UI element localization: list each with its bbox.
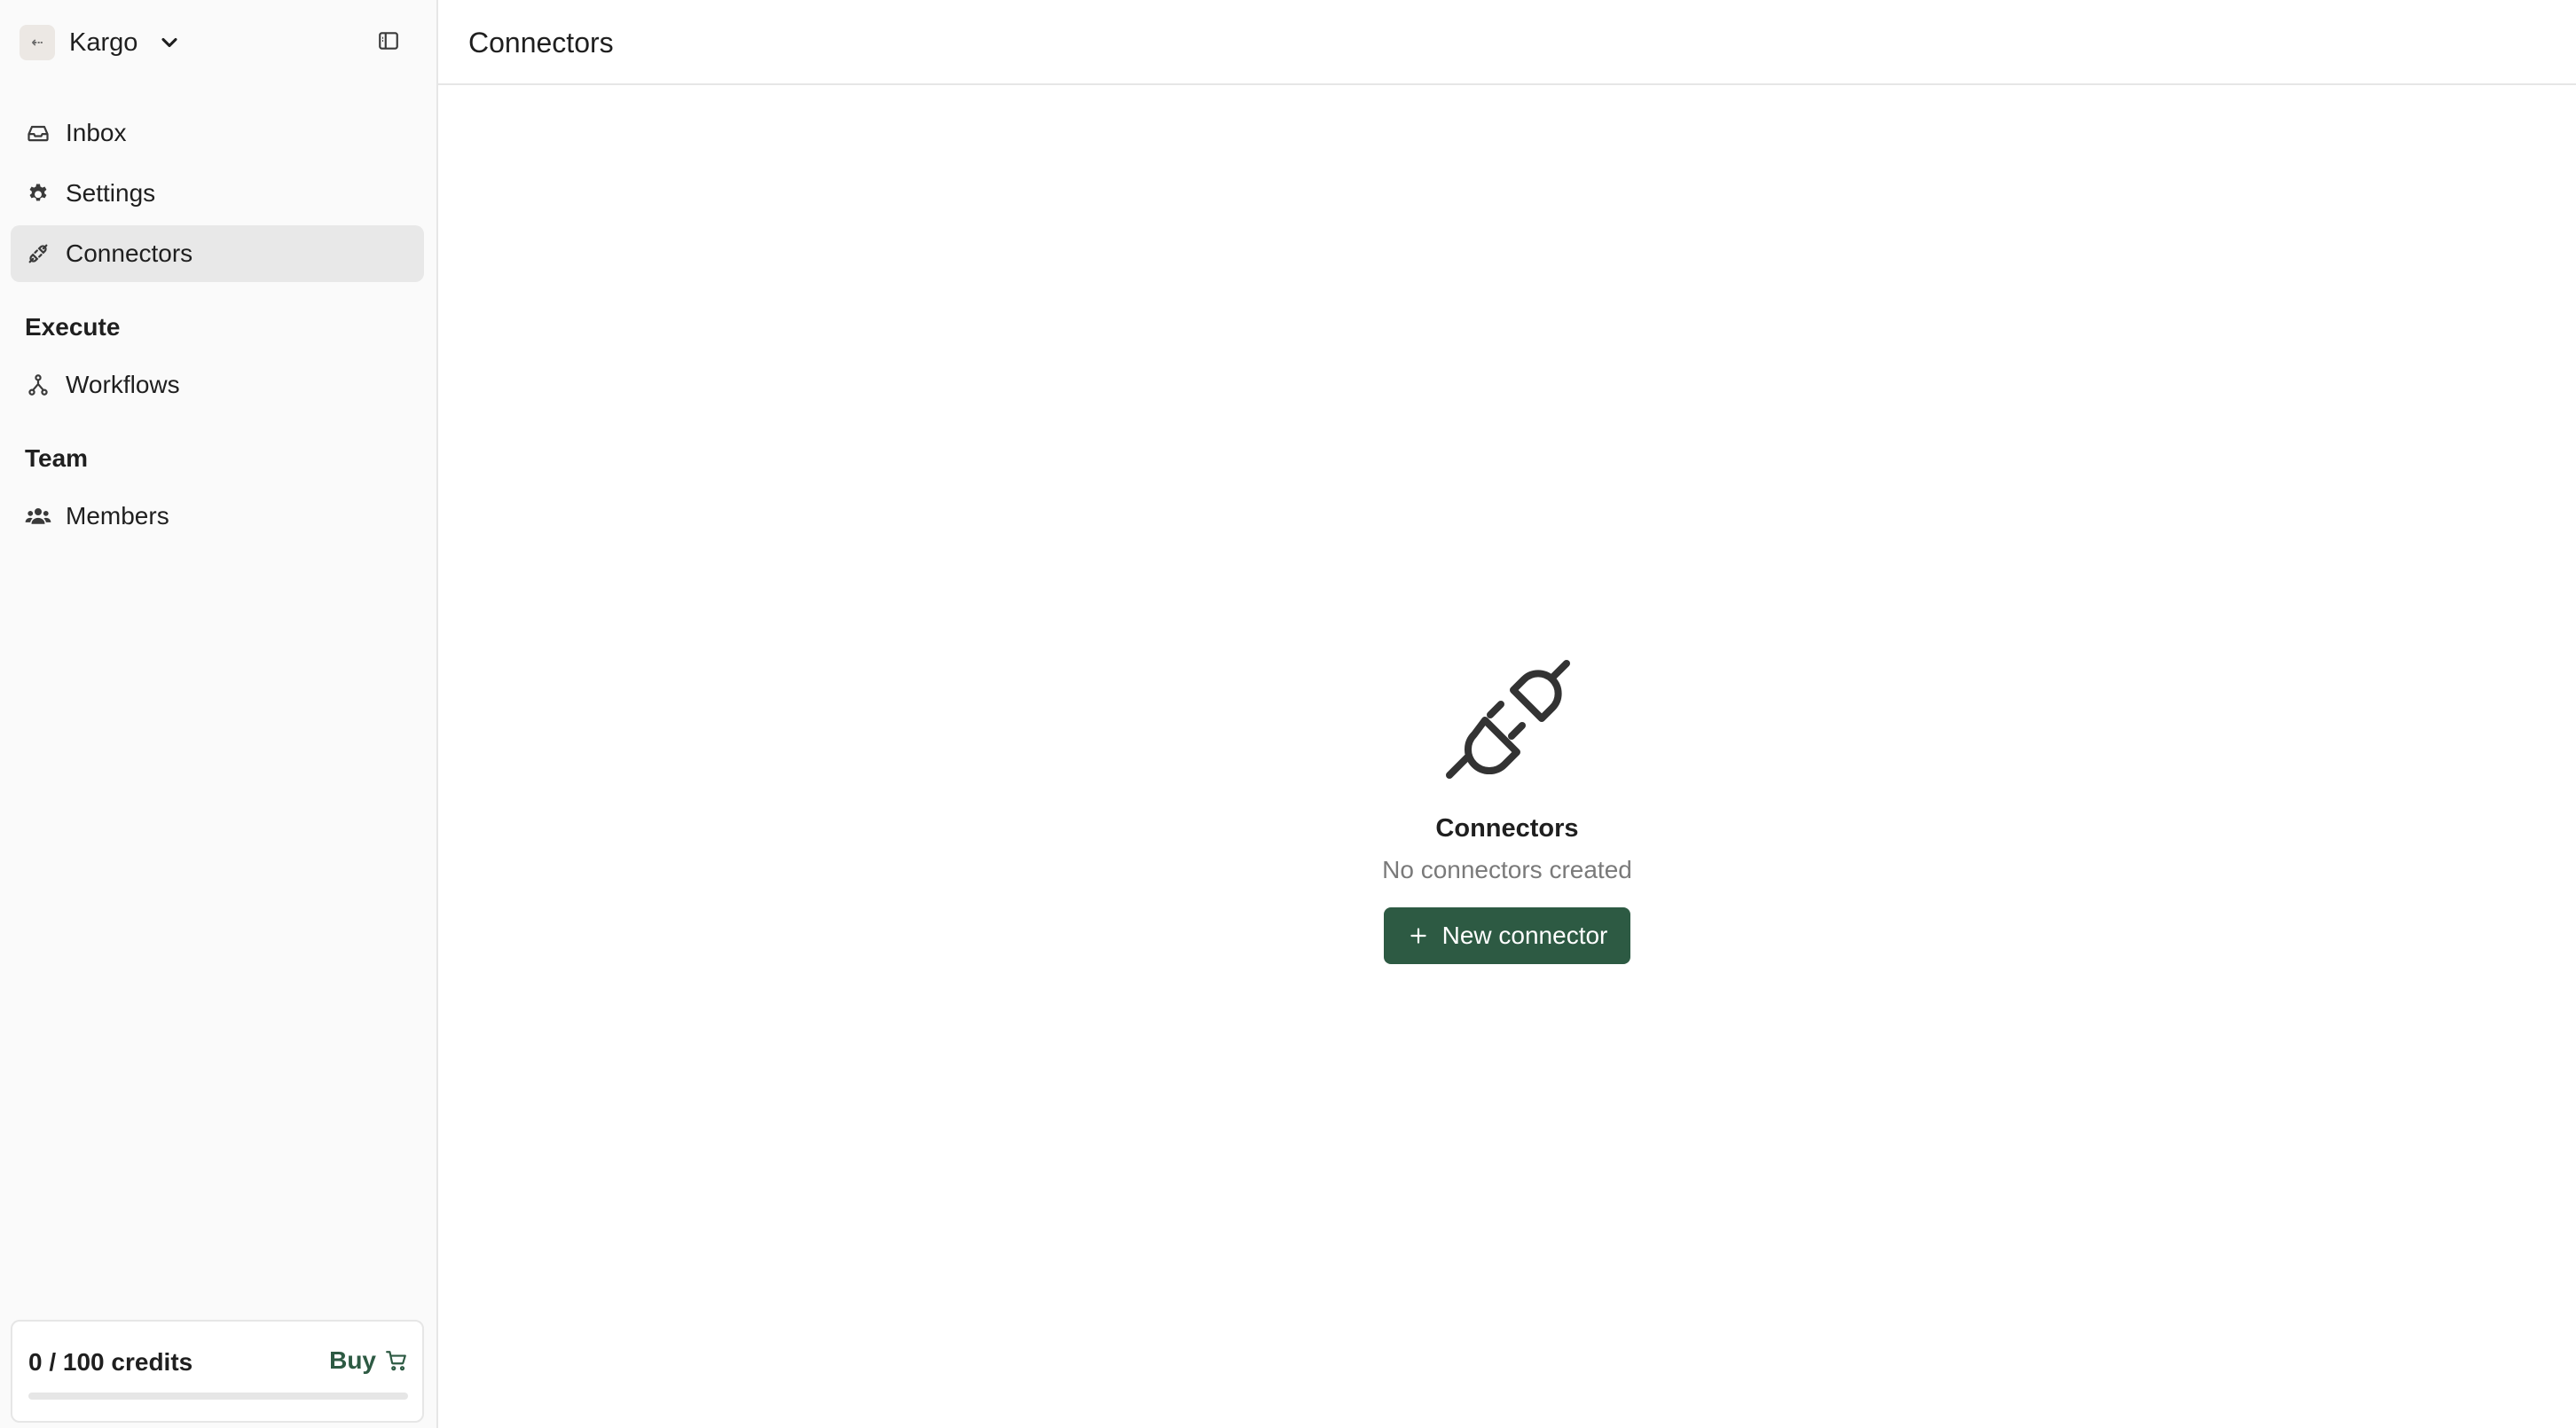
- cart-icon: [385, 1349, 408, 1372]
- top-bar: Connectors: [438, 0, 2576, 85]
- workspace-avatar: ⇠: [20, 25, 55, 60]
- main-content: Connectors Connectors No connectors crea…: [438, 0, 2576, 1428]
- gear-icon: [25, 180, 51, 207]
- empty-state: Connectors No connectors created New con…: [438, 653, 2576, 964]
- empty-state-title: Connectors: [1435, 814, 1579, 843]
- sidebar-toggle-icon: [379, 32, 398, 50]
- new-connector-label: New connector: [1441, 922, 1608, 949]
- sidebar-item-members[interactable]: Members: [11, 488, 424, 545]
- collapse-sidebar-button[interactable]: [374, 27, 403, 55]
- buy-credits-button[interactable]: Buy: [329, 1346, 408, 1375]
- workspace-header: ⇠ Kargo: [0, 0, 438, 85]
- sidebar-item-settings[interactable]: Settings: [11, 165, 424, 222]
- sidebar-item-label: Members: [66, 502, 169, 530]
- sidebar-item-label: Workflows: [66, 371, 180, 398]
- new-connector-button[interactable]: New connector: [1383, 907, 1631, 964]
- plug-icon: [1446, 660, 1570, 779]
- plus-icon: [1407, 924, 1430, 947]
- workflow-icon: [25, 372, 51, 398]
- credits-progress-bar: [28, 1393, 408, 1400]
- page-title: Connectors: [468, 27, 614, 59]
- sidebar-item-label: Inbox: [66, 119, 127, 146]
- sidebar-item-connectors[interactable]: Connectors: [11, 225, 424, 282]
- inbox-icon: [25, 120, 51, 146]
- buy-label: Buy: [329, 1346, 376, 1374]
- sidebar-item-workflows[interactable]: Workflows: [11, 357, 424, 413]
- sidebar-item-label: Connectors: [66, 239, 193, 267]
- credits-count: 0 / 100 credits: [28, 1348, 193, 1376]
- credits-card: 0 / 100 credits Buy: [11, 1320, 424, 1423]
- section-title-execute: Execute: [25, 313, 121, 341]
- users-icon: [25, 503, 51, 530]
- section-title-team: Team: [25, 444, 89, 472]
- workspace-switcher[interactable]: ⇠ Kargo: [20, 23, 182, 62]
- sidebar-item-inbox[interactable]: Inbox: [11, 105, 424, 161]
- app-root: ⇠ Kargo Inbox Settings Connectors Execut…: [0, 0, 2576, 1428]
- empty-state-subtitle: No connectors created: [1382, 856, 1632, 883]
- sidebar: ⇠ Kargo Inbox Settings Connectors Execut…: [0, 0, 438, 1428]
- sidebar-item-label: Settings: [66, 179, 156, 207]
- chevron-down-icon: [157, 30, 182, 55]
- workspace-name: Kargo: [69, 27, 138, 57]
- plug-icon: [25, 240, 51, 267]
